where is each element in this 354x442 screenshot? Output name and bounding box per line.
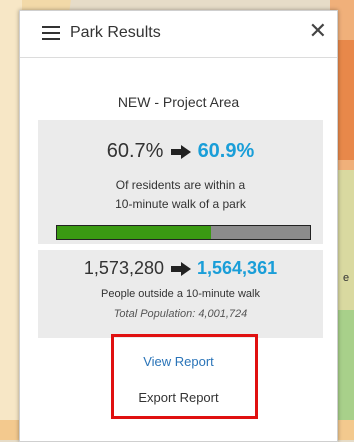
outside-walk-card: 1,573,280 1,564,361 People outside a 10-… [38, 250, 323, 338]
map-label-fragment: e [343, 272, 350, 284]
walk-access-description-line1: Of residents are within a [115, 178, 246, 192]
panel-title: Park Results [70, 24, 161, 41]
walk-access-values: 60.7% 60.9% [38, 140, 323, 163]
arrow-right-icon [171, 144, 191, 159]
outside-walk-description: People outside a 10-minute walk [101, 288, 260, 300]
new-percentage: 60.9% [197, 140, 255, 162]
panel-header: Park Results ✕ [20, 11, 337, 57]
total-population: Total Population: 4,001,724 [113, 308, 248, 320]
walk-access-description-line2: 10-minute walk of a park [115, 197, 246, 211]
scenario-label: NEW - Project Area [117, 94, 240, 110]
close-icon[interactable]: ✕ [309, 20, 327, 42]
walk-access-progress-fill [57, 226, 212, 239]
highlight-box [111, 334, 258, 419]
walk-access-progress-bar [56, 225, 311, 240]
menu-icon[interactable] [42, 25, 60, 41]
arrow-right-icon [171, 262, 191, 277]
new-count: 1,564,361 [197, 258, 278, 278]
previous-percentage: 60.7% [106, 140, 164, 162]
outside-walk-values: 1,573,280 1,564,361 [38, 258, 323, 279]
previous-count: 1,573,280 [83, 258, 164, 278]
header-divider [20, 57, 337, 58]
walk-access-card: 60.7% 60.9% Of residents are within a 10… [38, 120, 323, 244]
